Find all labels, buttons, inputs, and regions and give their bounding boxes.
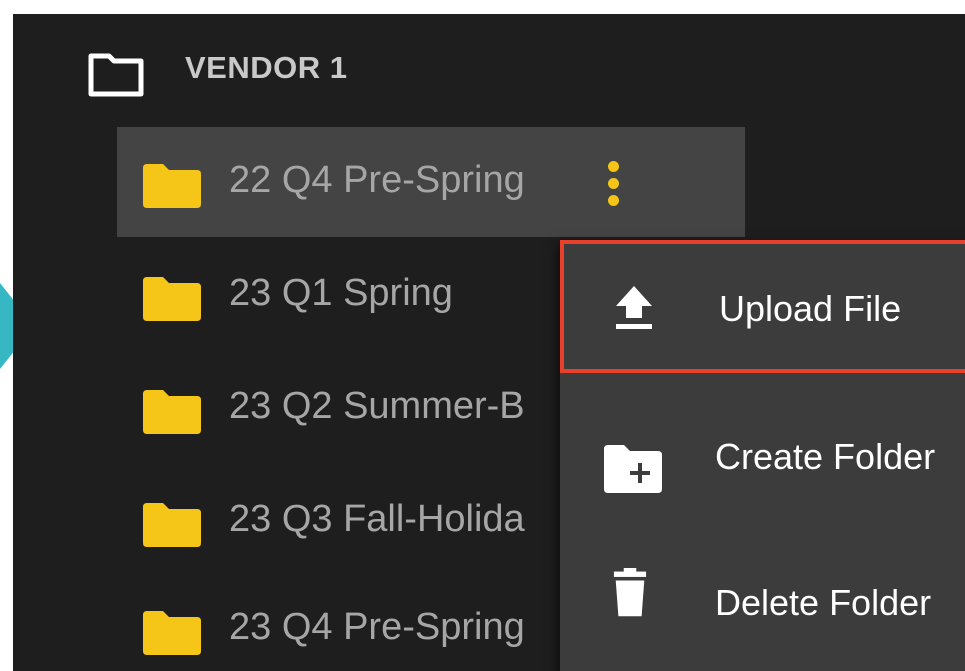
folder-label: 22 Q4 Pre-Spring xyxy=(229,159,525,201)
create-folder-menu-item[interactable]: Create Folder xyxy=(560,390,965,523)
folder-label: 23 Q4 Pre-Spring xyxy=(229,606,525,648)
screenshot-frame: VENDOR 1 22 Q4 Pre-Spring 23 Q1 Spring 2… xyxy=(0,0,965,671)
folder-label: 23 Q2 Summer-B xyxy=(229,385,525,427)
folder-row-22-q4-pre-spring[interactable]: 22 Q4 Pre-Spring xyxy=(117,127,745,237)
more-options-icon[interactable] xyxy=(605,161,621,207)
folder-icon xyxy=(143,277,201,321)
folder-icon xyxy=(143,611,201,655)
menu-label: Upload File xyxy=(719,288,902,329)
folder-context-menu: Upload File Create Folder Delete Folder xyxy=(560,240,965,671)
folder-label: 23 Q3 Fall-Holida xyxy=(229,498,525,540)
menu-label: Delete Folder xyxy=(715,582,932,623)
folder-icon xyxy=(143,503,201,547)
folder-label: 23 Q1 Spring xyxy=(229,272,453,314)
upload-icon xyxy=(616,286,652,329)
upload-file-menu-item[interactable]: Upload File xyxy=(560,240,965,373)
create-folder-icon xyxy=(604,445,662,493)
menu-label: Create Folder xyxy=(715,436,936,477)
delete-folder-menu-item[interactable]: Delete Folder xyxy=(560,540,965,671)
file-tree-panel: VENDOR 1 22 Q4 Pre-Spring 23 Q1 Spring 2… xyxy=(13,14,965,671)
folder-icon xyxy=(143,164,201,208)
trash-icon xyxy=(613,568,647,617)
folder-icon xyxy=(143,390,201,434)
